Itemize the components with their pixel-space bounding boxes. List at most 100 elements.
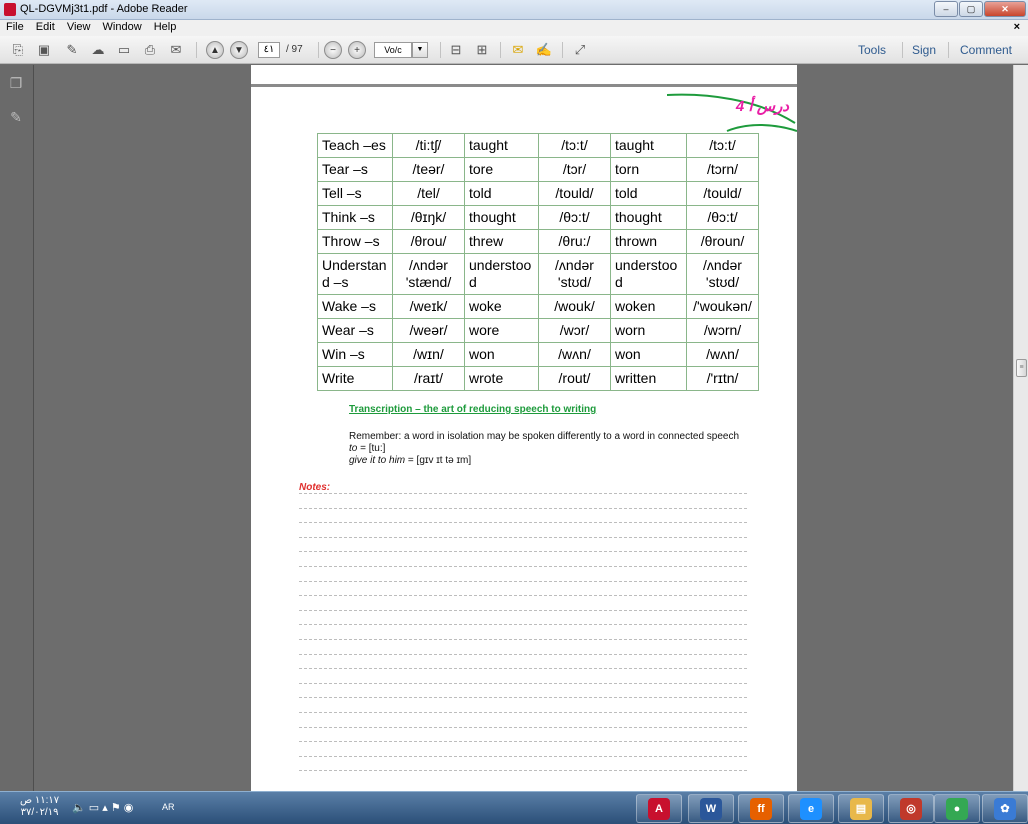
- table-cell: Write: [317, 366, 393, 391]
- note-line: [299, 712, 747, 713]
- table-cell: /weɪk/: [392, 294, 465, 319]
- tools-pane-button[interactable]: Tools: [858, 43, 886, 57]
- taskbar-app-icon-2-button[interactable]: ✿: [982, 794, 1028, 823]
- taskbar-adobe-reader-button[interactable]: A: [636, 794, 682, 823]
- note-line: [299, 770, 747, 772]
- maximize-button[interactable]: ▢: [959, 1, 983, 17]
- page-thumbnails-icon[interactable]: ❐: [8, 75, 24, 91]
- table-cell: thought: [610, 205, 687, 230]
- document-viewport[interactable]: 4 درس أ Teach –es/ti:tʃ/taught/tɔ:t/taug…: [35, 65, 1013, 791]
- print-icon[interactable]: ⎙: [140, 40, 160, 60]
- vertical-scrollbar[interactable]: ≡: [1013, 65, 1028, 791]
- chrome-icon: ●: [946, 797, 968, 820]
- taskbar-internet-explorer-button[interactable]: e: [788, 794, 834, 823]
- table-row: Win –s/wɪn/won/wʌn/won/wʌn/: [317, 342, 759, 367]
- close-button[interactable]: ✕: [984, 1, 1026, 17]
- sign-pane-button[interactable]: Sign: [912, 43, 936, 57]
- taskbar-chrome-button[interactable]: ●: [934, 794, 980, 823]
- note-line: [299, 566, 747, 567]
- table-cell: /ʌndər 'stʊd/: [538, 253, 611, 295]
- save-icon[interactable]: ▭: [114, 40, 134, 60]
- email-icon[interactable]: ✉: [166, 40, 186, 60]
- table-cell: won: [610, 342, 687, 367]
- table-cell: /raɪt/: [392, 366, 465, 391]
- table-cell: threw: [464, 229, 539, 254]
- remember-note: Remember: a word in isolation may be spo…: [349, 431, 769, 467]
- previous-page-bottom: [251, 65, 797, 87]
- fit-width-icon[interactable]: ⊞: [472, 40, 492, 60]
- edit-icon[interactable]: ✎: [62, 40, 82, 60]
- table-cell: woke: [464, 294, 539, 319]
- toolbar: ⎘ ▣ ✎ ☁ ▭ ⎙ ✉ ▲ ▼ ٤١ / 97 − + Vo/c ▼ ⊟ ⊞…: [0, 36, 1028, 64]
- internet-explorer-icon: e: [800, 797, 822, 820]
- table-cell: Think –s: [317, 205, 393, 230]
- table-cell: Teach –es: [317, 133, 393, 158]
- transcription-title: Transcription – the art of reducing spee…: [349, 404, 597, 415]
- menu-file[interactable]: File: [0, 20, 27, 33]
- example-line-2: give it to him = [gɪv ɪt tə ɪm]: [349, 455, 769, 467]
- table-cell: /ʌndər 'stʊd/: [686, 253, 759, 295]
- table-cell: worn: [610, 318, 687, 343]
- highlight-icon[interactable]: ✍: [534, 40, 554, 60]
- table-cell: woken: [610, 294, 687, 319]
- table-cell: /θɔ:t/: [686, 205, 759, 230]
- next-page-icon[interactable]: ▼: [230, 41, 248, 59]
- table-cell: /θru:/: [538, 229, 611, 254]
- lesson-tag: 4 درس أ: [735, 98, 789, 115]
- example2-phrase: give it to him: [349, 455, 406, 466]
- attachments-icon[interactable]: ✎: [8, 109, 24, 125]
- scrollbar-thumb[interactable]: ≡: [1016, 359, 1027, 377]
- open-file-icon[interactable]: ▣: [34, 40, 54, 60]
- clock[interactable]: ١١:١٧ ص ٣٧/٠٢/١٩: [20, 795, 59, 819]
- sticky-note-icon[interactable]: ✉: [508, 40, 528, 60]
- menu-bar: File Edit View Window Help ×: [0, 20, 1028, 36]
- language-indicator[interactable]: AR: [162, 802, 175, 812]
- zoom-out-icon[interactable]: −: [324, 41, 342, 59]
- full-screen-icon[interactable]: ⤢: [570, 40, 590, 60]
- volume-icon[interactable]: 🔈: [72, 802, 86, 814]
- fit-page-icon[interactable]: ⊟: [446, 40, 466, 60]
- flag-icon[interactable]: ⚑: [111, 802, 121, 814]
- globe-icon[interactable]: ◉: [124, 802, 134, 814]
- taskbar-app-icon-button[interactable]: ◎: [888, 794, 934, 823]
- zoom-dropdown-icon[interactable]: ▼: [412, 42, 428, 58]
- cloud-upload-icon[interactable]: ☁: [88, 40, 108, 60]
- example2-ipa: = [gɪv ɪt tə ɪm]: [407, 455, 472, 466]
- table-cell: /ti:tʃ/: [392, 133, 465, 158]
- comment-pane-button[interactable]: Comment: [960, 43, 1012, 57]
- example-line-1: to = [tu:]: [349, 443, 769, 455]
- navigation-pane: ❐ ✎: [0, 65, 34, 791]
- remember-line: Remember: a word in isolation may be spo…: [349, 431, 740, 442]
- page-content: 4 درس أ Teach –es/ti:tʃ/taught/tɔ:t/taug…: [251, 93, 797, 791]
- note-line: [299, 536, 747, 538]
- tray-expand-icon[interactable]: ▴: [102, 802, 108, 814]
- zoom-in-icon[interactable]: +: [348, 41, 366, 59]
- table-cell: taught: [610, 133, 687, 158]
- word-icon: W: [700, 797, 722, 820]
- table-cell: /wɔr/: [538, 318, 611, 343]
- menu-window[interactable]: Window: [97, 20, 145, 33]
- zoom-input[interactable]: Vo/c: [374, 42, 412, 58]
- taskbar-word-button[interactable]: W: [688, 794, 734, 823]
- table-row: Think –s/θɪŋk/thought/θɔ:t/thought/θɔ:t/: [317, 205, 759, 230]
- page-count: / 97: [286, 44, 303, 55]
- app-icon-icon: ◎: [900, 797, 922, 820]
- menu-help[interactable]: Help: [148, 20, 180, 33]
- table-cell: /weər/: [392, 318, 465, 343]
- previous-page-icon[interactable]: ▲: [206, 41, 224, 59]
- taskbar-firefox-button[interactable]: ff: [738, 794, 784, 823]
- network-icon[interactable]: ▭: [89, 802, 99, 814]
- minimize-button[interactable]: –: [934, 1, 958, 17]
- table-cell: Throw –s: [317, 229, 393, 254]
- close-document-button[interactable]: ×: [1014, 21, 1020, 33]
- table-cell: understoo d: [610, 253, 687, 295]
- verb-table: Teach –es/ti:tʃ/taught/tɔ:t/taught/tɔ:t/…: [317, 133, 759, 391]
- menu-edit[interactable]: Edit: [30, 20, 58, 33]
- table-cell: /wʌn/: [538, 342, 611, 367]
- taskbar-file-explorer-button[interactable]: ▤: [838, 794, 884, 823]
- create-pdf-icon[interactable]: ⎘: [8, 40, 28, 60]
- table-cell: /tɔ:t/: [686, 133, 759, 158]
- menu-view[interactable]: View: [61, 20, 94, 33]
- page-number-input[interactable]: ٤١: [258, 42, 280, 58]
- note-line: [299, 624, 747, 626]
